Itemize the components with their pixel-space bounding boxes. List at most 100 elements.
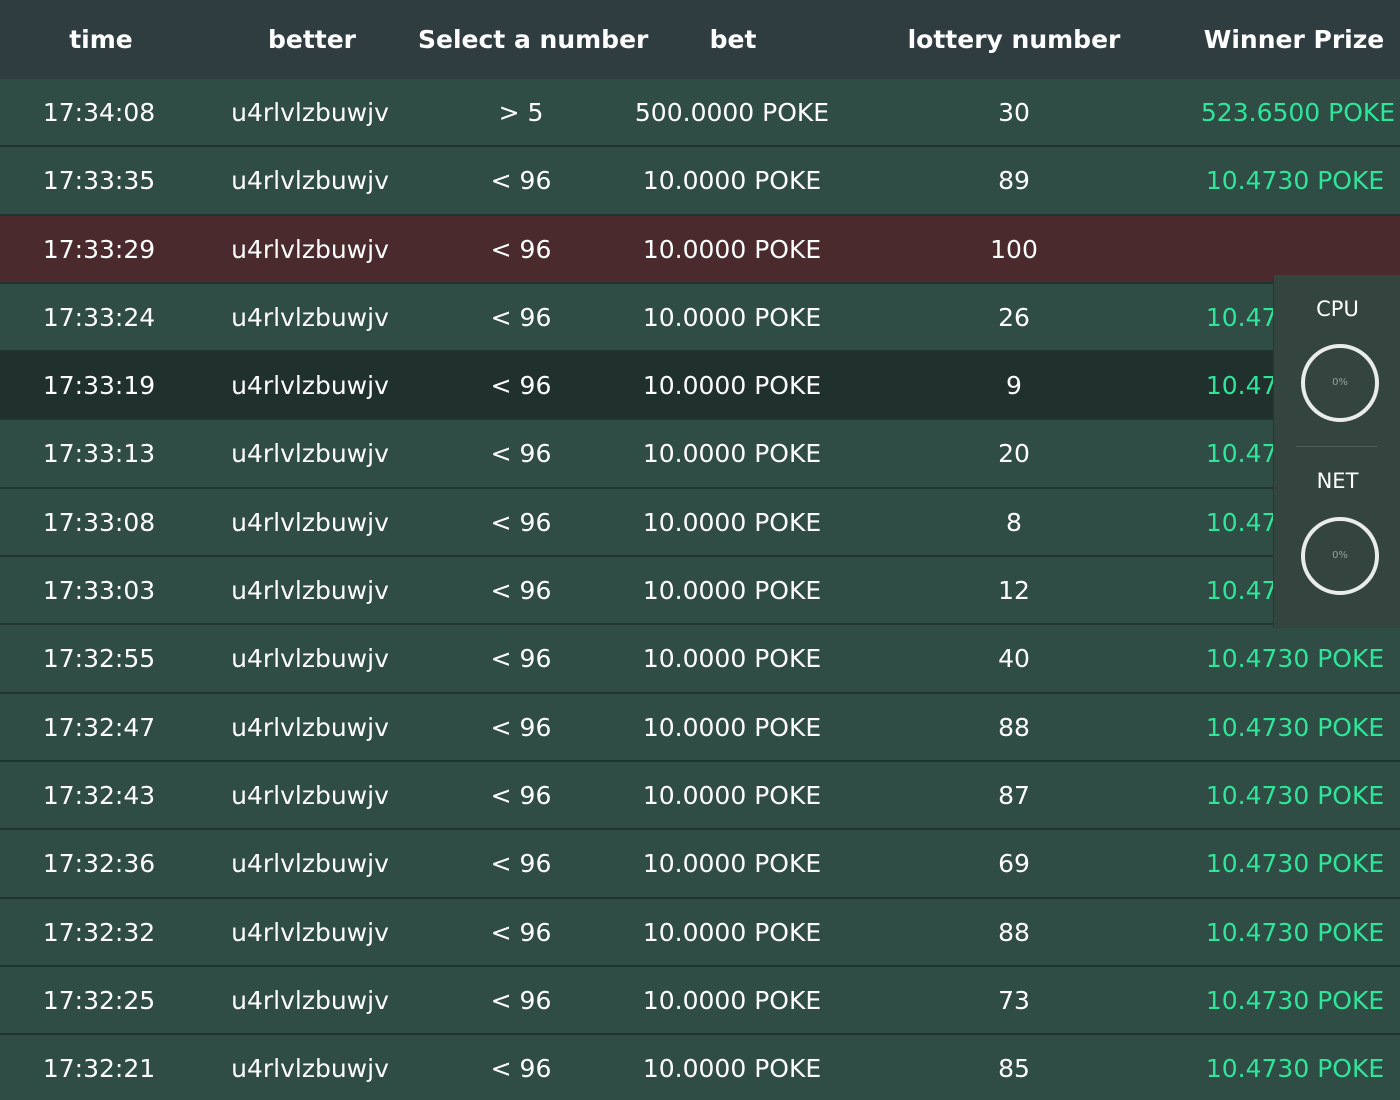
cell-time: 17:32:32 bbox=[42, 917, 156, 947]
cell-better: u4rlvlzbuwjv bbox=[231, 371, 389, 401]
cell-select-number: > 5 bbox=[498, 98, 544, 127]
cell-lottery-number: 69 bbox=[998, 849, 1030, 879]
table-row[interactable]: 17:32:43 u4rlvlzbuwjv < 96 10.0000 POKE 87 10… bbox=[0, 761, 1400, 831]
cell-time: 17:33:24 bbox=[42, 302, 156, 332]
cell-time: 17:33:08 bbox=[42, 507, 156, 537]
cell-better: u4rlvlzbuwjv bbox=[231, 985, 389, 1015]
cell-time: 17:33:03 bbox=[42, 576, 156, 606]
net-gauge-value: 0% bbox=[1332, 550, 1348, 561]
cell-better: u4rlvlzbuwjv bbox=[231, 917, 389, 947]
cell-lottery-number: 88 bbox=[998, 917, 1030, 947]
cell-lottery-number: 9 bbox=[1006, 371, 1022, 401]
cell-select-number: < 96 bbox=[490, 439, 552, 469]
cell-lottery-number: 87 bbox=[998, 780, 1030, 810]
cell-time: 17:32:21 bbox=[42, 1054, 156, 1084]
cell-select-number: < 96 bbox=[490, 371, 552, 401]
cell-select-number: < 96 bbox=[490, 917, 552, 947]
monitor-divider bbox=[1296, 446, 1378, 447]
cell-select-number: < 96 bbox=[490, 985, 552, 1015]
cell-time: 17:32:25 bbox=[42, 985, 156, 1015]
cell-winner-prize: 10.4730 POKE bbox=[1205, 166, 1385, 196]
cell-select-number: < 96 bbox=[490, 576, 552, 606]
cell-winner-prize: 10.4730 POKE bbox=[1205, 644, 1385, 674]
cell-time: 17:33:35 bbox=[42, 166, 156, 196]
table-header: time better Select a number bet lottery … bbox=[0, 0, 1400, 79]
cell-time: 17:33:13 bbox=[42, 439, 156, 469]
table-row[interactable]: 17:33:08 u4rlvlzbuwjv < 96 10.0000 POKE 8 10.… bbox=[0, 488, 1400, 558]
cell-time: 17:32:36 bbox=[42, 849, 156, 879]
header-winner-prize: Winner Prize bbox=[1203, 25, 1385, 54]
cell-lottery-number: 8 bbox=[1006, 507, 1022, 537]
cell-winner-prize: 10.4730 POKE bbox=[1205, 780, 1385, 810]
cell-bet: 10.0000 POKE bbox=[642, 439, 822, 469]
cell-lottery-number: 40 bbox=[998, 644, 1030, 674]
cell-select-number: < 96 bbox=[490, 234, 552, 264]
cell-lottery-number: 20 bbox=[998, 439, 1030, 469]
table-row[interactable]: 17:33:29 u4rlvlzbuwjv < 96 10.0000 POKE 100 bbox=[0, 215, 1400, 284]
cell-time: 17:33:29 bbox=[42, 234, 156, 264]
cell-better: u4rlvlzbuwjv bbox=[231, 98, 389, 127]
net-gauge: 0% bbox=[1301, 517, 1379, 595]
cell-winner-prize: 10.4730 POKE bbox=[1205, 917, 1385, 947]
cpu-label: CPU bbox=[1316, 297, 1359, 321]
header-lottery-number: lottery number bbox=[907, 25, 1121, 54]
table-row[interactable]: 17:32:25 u4rlvlzbuwjv < 96 10.0000 POKE 73 10… bbox=[0, 966, 1400, 1036]
cell-bet: 10.0000 POKE bbox=[642, 985, 822, 1015]
cell-winner-prize: 10.4730 POKE bbox=[1205, 1054, 1385, 1084]
cell-bet: 500.0000 POKE bbox=[634, 98, 830, 127]
cell-lottery-number: 85 bbox=[998, 1054, 1030, 1084]
cell-bet: 10.0000 POKE bbox=[642, 849, 822, 879]
table-row[interactable]: 17:32:21 u4rlvlzbuwjv < 96 10.0000 POKE 85 10… bbox=[0, 1035, 1400, 1100]
cell-bet: 10.0000 POKE bbox=[642, 507, 822, 537]
net-label: NET bbox=[1316, 469, 1359, 493]
cell-lottery-number: 73 bbox=[998, 985, 1030, 1015]
table-row[interactable]: 17:33:24 u4rlvlzbuwjv < 96 10.0000 POKE 26 10… bbox=[0, 283, 1400, 353]
table-row[interactable]: 17:34:08 u4rlvlzbuwjv > 5 500.0000 POKE 30 52… bbox=[0, 79, 1400, 148]
cell-bet: 10.0000 POKE bbox=[642, 576, 822, 606]
table-row[interactable]: 17:32:55 u4rlvlzbuwjv < 96 10.0000 POKE 40 10… bbox=[0, 625, 1400, 694]
cell-select-number: < 96 bbox=[490, 507, 552, 537]
table-row[interactable]: 17:32:36 u4rlvlzbuwjv < 96 10.0000 POKE 69 10… bbox=[0, 830, 1400, 899]
cpu-gauge-value: 0% bbox=[1332, 377, 1348, 388]
cell-bet: 10.0000 POKE bbox=[642, 1054, 822, 1084]
cell-select-number: < 96 bbox=[490, 780, 552, 810]
header-bet: bet bbox=[709, 25, 757, 54]
cell-select-number: < 96 bbox=[490, 849, 552, 879]
cpu-gauge: 0% bbox=[1301, 344, 1379, 422]
cell-lottery-number: 88 bbox=[998, 712, 1030, 742]
table-row[interactable]: 17:32:47 u4rlvlzbuwjv < 96 10.0000 POKE 88 10… bbox=[0, 693, 1400, 762]
table-row[interactable]: 17:32:32 u4rlvlzbuwjv < 96 10.0000 POKE 88 10… bbox=[0, 898, 1400, 967]
cell-bet: 10.0000 POKE bbox=[642, 917, 822, 947]
bet-rows: 17:34:08 u4rlvlzbuwjv > 5 500.0000 POKE 30 52… bbox=[0, 79, 1400, 1100]
cell-bet: 10.0000 POKE bbox=[642, 644, 822, 674]
cell-better: u4rlvlzbuwjv bbox=[231, 1054, 389, 1084]
cell-winner-prize: 10.4730 POKE bbox=[1205, 712, 1385, 742]
cell-lottery-number: 100 bbox=[990, 234, 1038, 264]
cell-winner-prize bbox=[1190, 216, 1400, 282]
cell-winner-prize: 10.4730 POKE bbox=[1205, 985, 1385, 1015]
cell-bet: 10.0000 POKE bbox=[642, 780, 822, 810]
cell-lottery-number: 30 bbox=[998, 98, 1030, 127]
cell-bet: 10.0000 POKE bbox=[642, 371, 822, 401]
cell-better: u4rlvlzbuwjv bbox=[231, 507, 389, 537]
cell-better: u4rlvlzbuwjv bbox=[231, 849, 389, 879]
cell-better: u4rlvlzbuwjv bbox=[231, 302, 389, 332]
cell-better: u4rlvlzbuwjv bbox=[231, 439, 389, 469]
table-row[interactable]: 17:33:19 u4rlvlzbuwjv < 96 10.0000 POKE 9 10.… bbox=[0, 352, 1400, 421]
cell-time: 17:32:43 bbox=[42, 780, 156, 810]
cell-bet: 10.0000 POKE bbox=[642, 234, 822, 264]
system-monitor-widget[interactable]: CPU 0% NET 0% bbox=[1273, 275, 1400, 628]
cell-lottery-number: 26 bbox=[998, 302, 1030, 332]
cell-select-number: < 96 bbox=[490, 166, 552, 196]
table-row[interactable]: 17:33:03 u4rlvlzbuwjv < 96 10.0000 POKE 12 10… bbox=[0, 557, 1400, 626]
table-row[interactable]: 17:33:35 u4rlvlzbuwjv < 96 10.0000 POKE 89 10… bbox=[0, 147, 1400, 216]
header-select-number: Select a number bbox=[418, 25, 649, 54]
cell-winner-prize: 523.6500 POKE bbox=[1200, 98, 1396, 127]
header-better: better bbox=[267, 25, 357, 54]
cell-better: u4rlvlzbuwjv bbox=[231, 234, 389, 264]
table-row[interactable]: 17:33:13 u4rlvlzbuwjv < 96 10.0000 POKE 20 10… bbox=[0, 420, 1400, 489]
cell-lottery-number: 89 bbox=[998, 166, 1030, 196]
bet-history-page: time better Select a number bet lottery … bbox=[0, 0, 1400, 1100]
cell-select-number: < 96 bbox=[490, 644, 552, 674]
cell-winner-prize: 10.4730 POKE bbox=[1205, 849, 1385, 879]
